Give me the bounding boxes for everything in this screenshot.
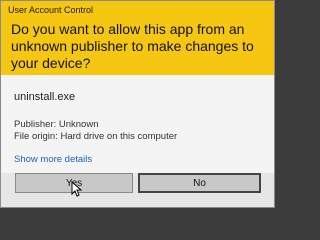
publisher-text: Publisher: Unknown — [14, 119, 99, 130]
app-name: uninstall.exe — [14, 91, 76, 103]
show-more-details-link[interactable]: Show more details — [14, 154, 92, 165]
window-title: User Account Control — [8, 5, 94, 15]
uac-body: uninstall.exe Publisher: Unknown File or… — [1, 75, 274, 173]
uac-question: Do you want to allow this app from an un… — [11, 21, 254, 71]
uac-dialog: User Account Control Do you want to allo… — [0, 0, 275, 208]
no-button[interactable]: No — [138, 173, 261, 193]
uac-header: User Account Control Do you want to allo… — [1, 1, 274, 75]
file-origin-text: File origin: Hard drive on this computer — [14, 131, 178, 142]
mouse-pointer-icon — [71, 181, 83, 197]
